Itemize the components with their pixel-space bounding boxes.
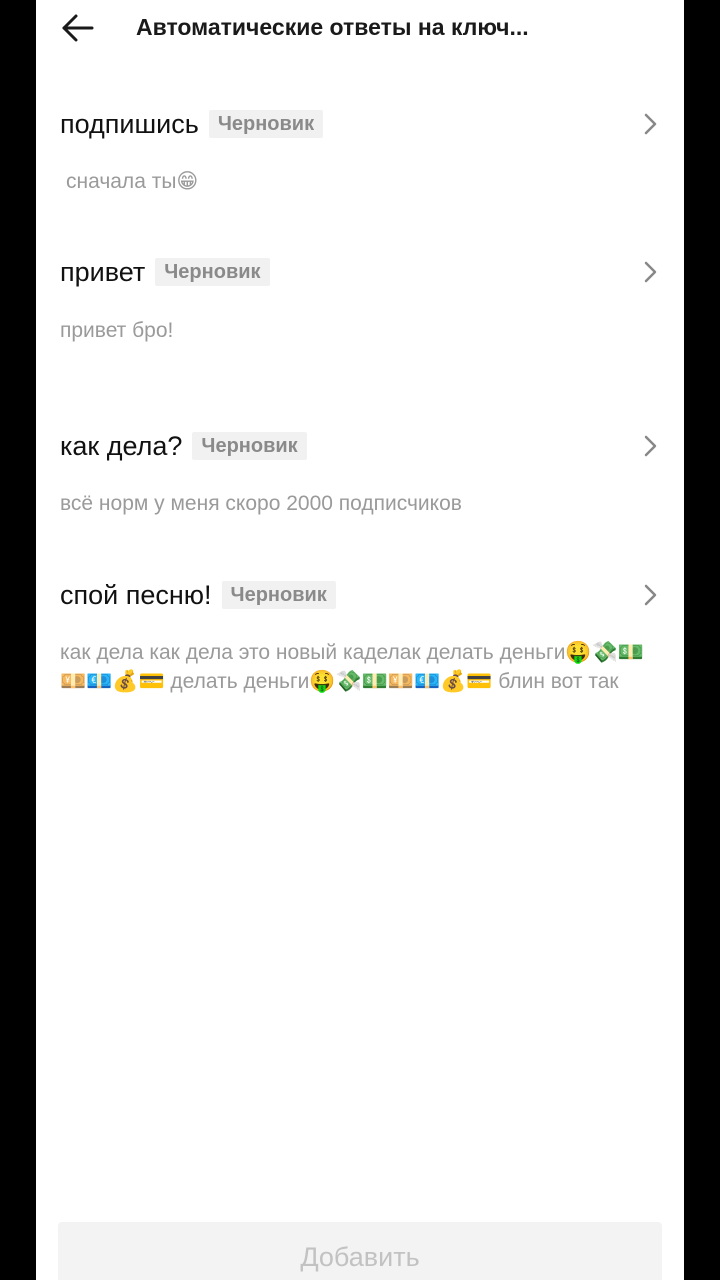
chevron-right-icon [644, 113, 657, 135]
item-reply: сначала ты😁 [66, 170, 199, 193]
item-keyword: привет [60, 257, 146, 287]
status-badge: Черновик [221, 581, 336, 609]
header: Автоматические ответы на ключ... [36, 0, 684, 56]
chevron-right-icon [644, 584, 657, 606]
item-keyword: как дела? [60, 431, 183, 461]
page-title: Автоматические ответы на ключ... [136, 14, 529, 40]
arrow-left-icon [62, 14, 94, 42]
back-button[interactable] [58, 8, 98, 48]
add-button[interactable]: Добавить [58, 1222, 662, 1280]
status-badge: Черновик [192, 432, 307, 460]
item-reply: как дела как дела это новый каделак дела… [60, 641, 644, 693]
item-head: подпишись Черновик [60, 104, 324, 144]
status-badge: Черновик [208, 110, 324, 138]
chevron-right-icon [644, 435, 657, 457]
item-reply: привет бро! [60, 319, 174, 342]
item-keyword: подпишись [60, 109, 199, 139]
status-badge: Черновик [155, 258, 270, 286]
item-reply: всё норм у меня скоро 2000 подписчиков [60, 492, 462, 515]
item-head: спой песню! Черновик [60, 575, 336, 615]
item-head: привет Черновик [60, 252, 270, 292]
screen: Автоматические ответы на ключ... подпиши… [36, 0, 684, 1280]
item-head: как дела? Черновик [60, 426, 307, 466]
chevron-right-icon [644, 261, 657, 283]
item-keyword: спой песню! [60, 580, 212, 610]
